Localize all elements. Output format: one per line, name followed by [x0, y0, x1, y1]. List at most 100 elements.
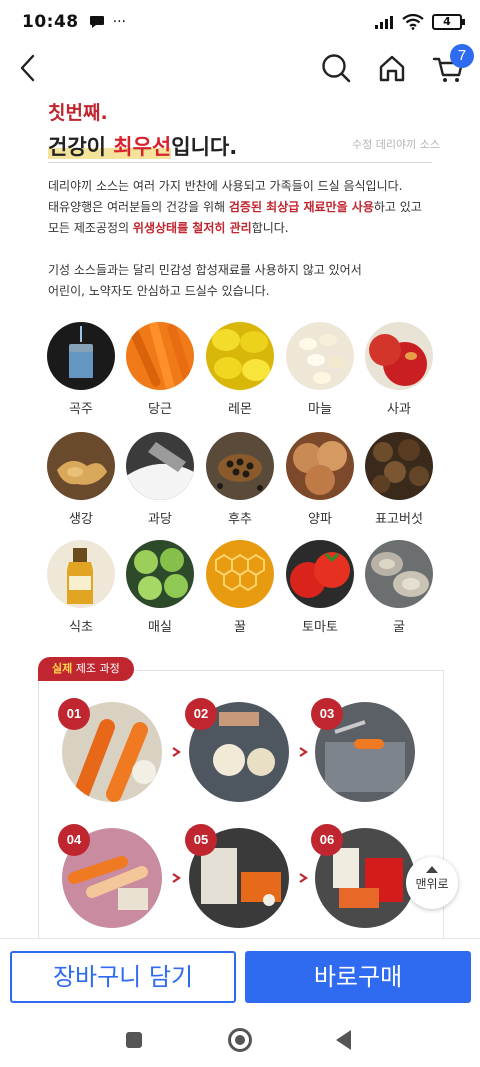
- headline-part-red: 최우선: [113, 135, 172, 159]
- ingredient-label: 매실: [148, 620, 172, 635]
- ingredient-photo: [365, 322, 433, 390]
- chevron-right-icon: [172, 873, 181, 883]
- product-detail-content[interactable]: 칫번째. 건강이 최우선입니다. 수정 데리야끼 소스 데리야끼 소스는 여러 …: [0, 92, 480, 938]
- process-tag: 실제 제조 과정: [38, 657, 134, 681]
- signal-icon: [375, 16, 393, 29]
- process-step-number: 03: [311, 698, 343, 730]
- ingredient-item: 표고버섯: [365, 432, 433, 527]
- ingredient-photo: [365, 540, 433, 608]
- status-more-dots: ···: [112, 14, 126, 30]
- ingredient-item: 사과: [365, 322, 433, 417]
- headline-divider: [48, 162, 432, 163]
- status-bar: 10:48 ··· 4: [0, 0, 480, 44]
- ingredient-item: 매실: [126, 540, 194, 635]
- scroll-top-button[interactable]: 맨위로: [406, 857, 458, 909]
- ingredient-photo: [126, 540, 194, 608]
- process-step: 05: [185, 824, 289, 928]
- ingredient-label: 생강: [69, 512, 93, 527]
- ingredient-item: 생강: [47, 432, 115, 527]
- ingredient-label: 곡주: [69, 402, 93, 417]
- headline-title: 건강이 최우선입니다.: [48, 131, 237, 161]
- brand-caption: 수정 데리야끼 소스: [352, 138, 440, 151]
- ingredient-photo: [206, 322, 274, 390]
- process-step: 03: [311, 698, 415, 802]
- desc-line-4: 기성 소스들과는 달리 민감성 합성재료를 사용하지 않고 있어서: [48, 263, 362, 277]
- home-icon[interactable]: [374, 50, 410, 86]
- process-step-number: 01: [58, 698, 90, 730]
- desc-line-5: 어린이, 노약자도 안심하고 드실수 있습니다.: [48, 284, 270, 298]
- top-nav-bar: 7: [0, 44, 480, 92]
- section-headline: 칫번째. 건강이 최우선입니다.: [48, 98, 237, 161]
- status-notifications: ···: [89, 14, 126, 30]
- ingredient-label: 당근: [148, 402, 172, 417]
- ingredient-photo: [126, 322, 194, 390]
- desc-line-1: 데리야끼 소스는 여러 가지 반찬에 사용되고 가족들이 드실 음식입니다.: [48, 179, 403, 193]
- battery-icon: 4: [432, 14, 465, 30]
- description-text: 데리야끼 소스는 여러 가지 반찬에 사용되고 가족들이 드실 음식입니다. 태…: [48, 176, 448, 302]
- ingredient-photo: [365, 432, 433, 500]
- recent-apps-icon[interactable]: [126, 1032, 142, 1048]
- add-to-cart-button[interactable]: 장바구니 담기: [10, 951, 236, 1003]
- search-icon[interactable]: [318, 50, 354, 86]
- ingredient-photo: [47, 322, 115, 390]
- arrow-up-icon: [426, 866, 438, 873]
- headline-part-2: 입니다.: [171, 135, 238, 159]
- wifi-icon: [402, 14, 424, 30]
- headline-highlight: 건강이 최우선: [48, 135, 172, 159]
- status-time: 10:48: [22, 12, 79, 32]
- chevron-right-icon: [299, 747, 308, 757]
- ingredient-photo: [206, 432, 274, 500]
- ingredient-label: 식초: [69, 620, 93, 635]
- ingredient-item: 레몬: [206, 322, 274, 417]
- ingredient-photo: [286, 322, 354, 390]
- ingredient-item: 양파: [286, 432, 354, 527]
- process-step: 04: [58, 824, 162, 928]
- chevron-right-icon: [172, 747, 181, 757]
- ingredient-item: 식초: [47, 540, 115, 635]
- back-icon[interactable]: [14, 50, 44, 86]
- ingredient-photo: [47, 540, 115, 608]
- ingredient-label: 토마토: [302, 620, 338, 635]
- ingredient-item: 굴: [365, 540, 433, 635]
- headline-part-1: 건강이: [48, 135, 114, 159]
- ingredient-item: 당근: [126, 322, 194, 417]
- ingredient-label: 과당: [148, 512, 172, 527]
- desc-line-2: 태유양행은 여러분들의 건강을 위해 검증된 최상급 재료만을 사용하고 있고: [48, 200, 422, 214]
- chevron-right-icon: [299, 873, 308, 883]
- ingredient-item: 꿀: [206, 540, 274, 635]
- ingredient-label: 마늘: [308, 402, 332, 417]
- buy-now-button[interactable]: 바로구매: [245, 951, 471, 1003]
- desc-line-3: 모든 제조공정의 위생상태를 철저히 관리합니다.: [48, 221, 289, 235]
- chat-icon: [89, 16, 104, 28]
- ingredient-item: 곡주: [47, 322, 115, 417]
- ingredient-label: 꿀: [234, 620, 246, 635]
- ingredient-label: 표고버섯: [375, 512, 423, 527]
- ingredient-photo: [286, 540, 354, 608]
- ingredient-photo: [47, 432, 115, 500]
- process-step-number: 02: [185, 698, 217, 730]
- system-nav-bar: [0, 1014, 480, 1067]
- process-step: 01: [58, 698, 162, 802]
- process-step: 02: [185, 698, 289, 802]
- process-step-number: 04: [58, 824, 90, 856]
- bottom-action-bar: 장바구니 담기 바로구매: [0, 938, 480, 1014]
- process-step-number: 05: [185, 824, 217, 856]
- ingredient-label: 사과: [387, 402, 411, 417]
- ingredient-photo: [206, 540, 274, 608]
- ingredient-item: 후추: [206, 432, 274, 527]
- home-button-icon[interactable]: [228, 1028, 252, 1052]
- ingredient-label: 레몬: [228, 402, 252, 417]
- headline-number: 칫번째.: [48, 102, 108, 124]
- ingredient-photo: [126, 432, 194, 500]
- process-step-number: 06: [311, 824, 343, 856]
- ingredient-item: 과당: [126, 432, 194, 527]
- process-step: 06: [311, 824, 415, 928]
- ingredient-item: 토마토: [286, 540, 354, 635]
- system-back-icon[interactable]: [336, 1030, 351, 1050]
- ingredient-label: 굴: [393, 620, 405, 635]
- scroll-top-label: 맨위로: [415, 877, 449, 891]
- ingredient-label: 양파: [308, 512, 332, 527]
- ingredient-photo: [286, 432, 354, 500]
- cart-count-badge: 7: [450, 44, 474, 68]
- ingredient-item: 마늘: [286, 322, 354, 417]
